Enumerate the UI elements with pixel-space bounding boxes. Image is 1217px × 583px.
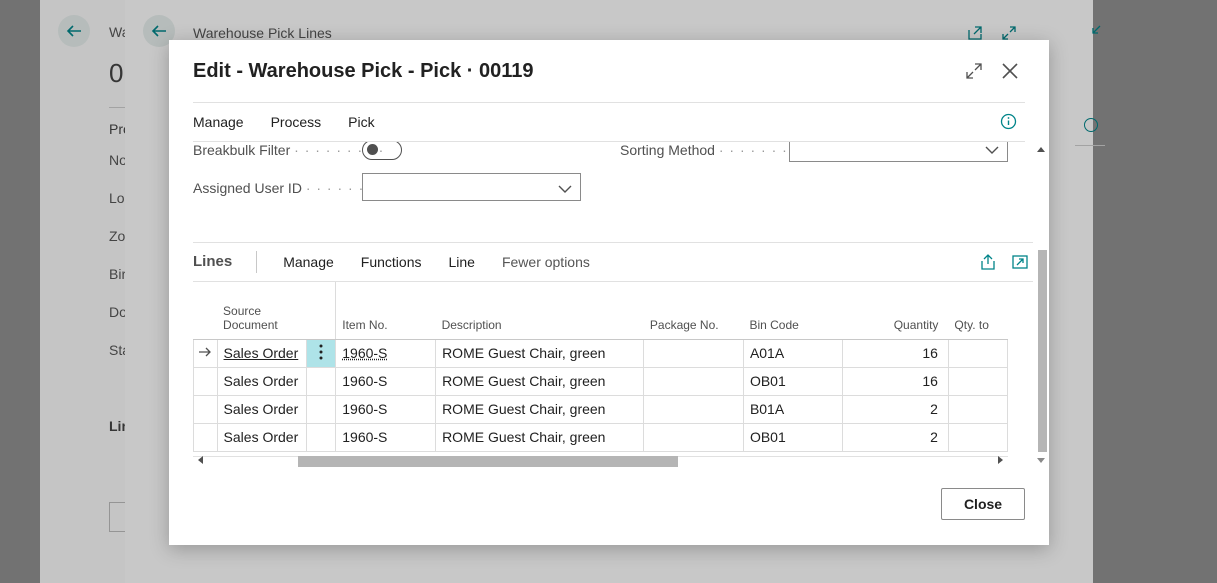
action-pick[interactable]: Pick [348, 114, 374, 130]
expand-part-icon[interactable] [1011, 253, 1029, 276]
lines-grid: Source Document Item No. Description Pack… [193, 282, 1009, 467]
table-row[interactable]: Sales Order 1960-S ROME Guest Chair, gre… [193, 422, 1009, 452]
scroll-up-icon [1037, 147, 1045, 152]
close-button[interactable]: Close [941, 488, 1025, 520]
package-no-cell[interactable] [643, 366, 744, 396]
dialog-action-bar: Manage Process Pick [193, 102, 1025, 142]
qty-to-cell[interactable] [947, 394, 1009, 424]
description-cell[interactable]: ROME Guest Chair, green [435, 422, 645, 452]
horizontal-scroll-thumb[interactable] [298, 456, 678, 467]
chevron-down-icon [558, 181, 572, 199]
action-process[interactable]: Process [271, 114, 322, 130]
dialog-title: Edit - Warehouse Pick - Pick · 00119 [193, 60, 534, 82]
action-manage[interactable]: Manage [193, 114, 244, 130]
table-row[interactable]: Sales Order 1960-S ROME Guest Chair, gre… [193, 394, 1009, 424]
assigned-user-id-select[interactable] [362, 173, 581, 201]
column-header-item-no[interactable]: Item No. [335, 282, 436, 340]
breakbulk-filter-toggle[interactable] [362, 142, 402, 160]
vertical-scrollbar[interactable] [1035, 142, 1047, 468]
column-header-source-document[interactable]: Source Document [217, 282, 307, 340]
item-no-cell[interactable]: 1960-S [335, 394, 437, 424]
quantity-cell[interactable]: 16 [842, 338, 949, 368]
scroll-down-icon [1037, 458, 1045, 463]
scroll-left-icon [198, 456, 203, 464]
quantity-cell[interactable]: 2 [842, 422, 949, 452]
assigned-user-id-label: Assigned User ID · · · · · · [193, 180, 365, 196]
share-icon[interactable] [979, 253, 997, 276]
source-document-link[interactable]: Sales Order [216, 338, 308, 368]
column-header-quantity[interactable]: Quantity [842, 282, 949, 340]
horizontal-scrollbar[interactable] [193, 452, 1008, 467]
source-document-cell[interactable]: Sales Order [216, 422, 308, 452]
quantity-cell[interactable]: 16 [842, 366, 949, 396]
chevron-down-icon [985, 142, 999, 160]
package-no-cell[interactable] [643, 394, 744, 424]
bin-code-cell[interactable]: OB01 [742, 422, 844, 452]
column-header-qty-to[interactable]: Qty. to [948, 282, 1008, 340]
source-document-cell[interactable]: Sales Order [216, 366, 308, 396]
lines-action-functions[interactable]: Functions [361, 254, 422, 270]
qty-to-cell[interactable] [947, 366, 1009, 396]
description-cell[interactable]: ROME Guest Chair, green [435, 366, 645, 396]
qty-to-cell[interactable] [947, 338, 1009, 368]
lines-toolbar: Lines Manage Functions Line Fewer option… [193, 242, 1033, 282]
qty-to-cell[interactable] [947, 422, 1009, 452]
bin-code-cell[interactable]: B01A [742, 394, 844, 424]
sorting-method-select[interactable] [789, 142, 1008, 162]
column-header-description[interactable]: Description [435, 282, 644, 340]
edit-warehouse-pick-dialog: Edit - Warehouse Pick - Pick · 00119 Man… [169, 40, 1049, 545]
expand-icon[interactable] [963, 60, 985, 82]
sorting-method-label: Sorting Method · · · · · · · · [620, 142, 799, 158]
quantity-cell[interactable]: 2 [842, 394, 949, 424]
scroll-right-icon [998, 456, 1003, 464]
description-cell[interactable]: ROME Guest Chair, green [435, 338, 645, 368]
table-row[interactable]: Sales Order 1960-S ROME Guest Chair, gre… [193, 366, 1009, 396]
row-marker-header [193, 282, 218, 340]
close-icon[interactable] [999, 60, 1021, 82]
item-no-cell[interactable]: 1960-S [335, 366, 437, 396]
column-header-package-no[interactable]: Package No. [643, 282, 744, 340]
lines-action-line[interactable]: Line [448, 254, 474, 270]
column-header-bin-code[interactable]: Bin Code [743, 282, 843, 340]
vertical-scroll-thumb[interactable] [1038, 250, 1047, 452]
lines-title: Lines [193, 251, 258, 273]
dialog-content: Breakbulk Filter · · · · · · · · · Sorti… [193, 142, 1033, 468]
item-no-cell[interactable]: 1960-S [335, 338, 437, 368]
lines-action-manage[interactable]: Manage [283, 254, 334, 270]
row-actions-icon[interactable] [306, 338, 337, 368]
current-row-arrow-icon [193, 338, 218, 368]
table-row[interactable]: Sales Order 1960-S ROME Guest Chair, gre… [193, 338, 1009, 368]
description-cell[interactable]: ROME Guest Chair, green [435, 394, 645, 424]
bin-code-cell[interactable]: A01A [742, 338, 844, 368]
item-no-cell[interactable]: 1960-S [335, 422, 437, 452]
fewer-options-button[interactable]: Fewer options [502, 254, 590, 270]
bin-code-cell[interactable]: OB01 [742, 366, 844, 396]
info-icon[interactable] [1000, 113, 1017, 135]
package-no-cell[interactable] [643, 422, 744, 452]
package-no-cell[interactable] [643, 338, 744, 368]
breakbulk-filter-label: Breakbulk Filter · · · · · · · · · [193, 142, 385, 158]
source-document-cell[interactable]: Sales Order [216, 394, 308, 424]
